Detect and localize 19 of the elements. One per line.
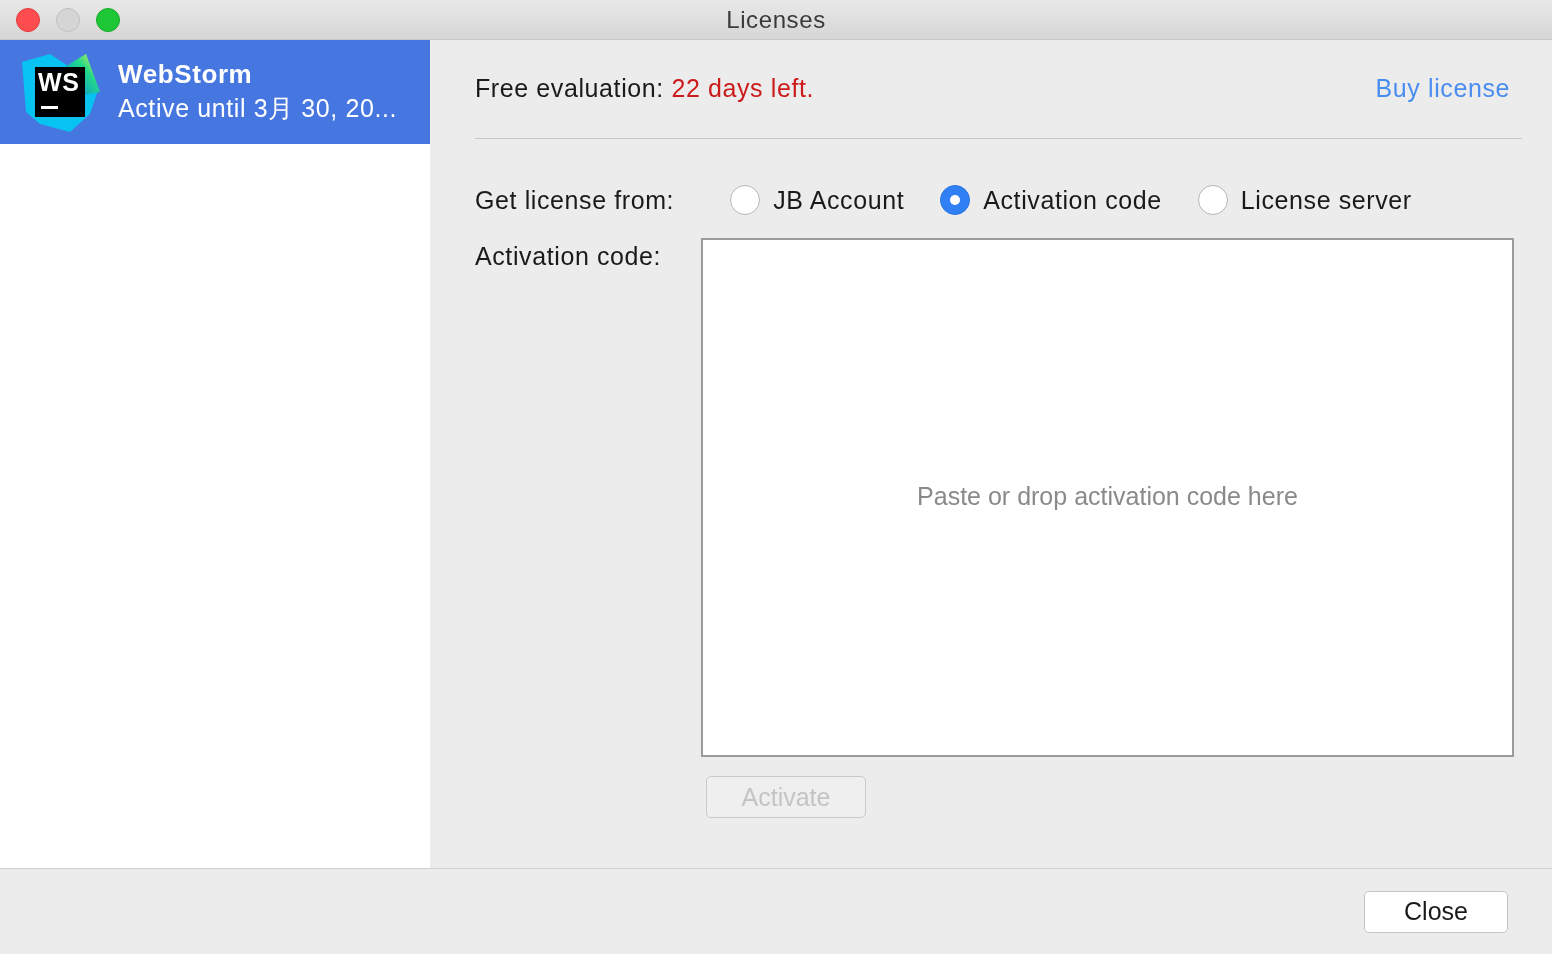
- close-button[interactable]: Close: [1364, 890, 1508, 933]
- license-source-option[interactable]: Activation code: [940, 185, 1162, 215]
- license-source-option[interactable]: License server: [1197, 185, 1412, 215]
- close-window-button[interactable]: [16, 7, 40, 32]
- window-title: Licenses: [726, 5, 826, 34]
- product-name: WebStorm: [118, 59, 254, 90]
- minimize-window-button[interactable]: [56, 7, 80, 32]
- radio-button[interactable]: [1197, 185, 1228, 215]
- product-status: Active until 3月 30, 20...: [118, 93, 398, 124]
- evaluation-text: Free evaluation: 22 days left.: [475, 73, 815, 103]
- product-item[interactable]: WS WebStorm Active until 3月 30, 20...: [0, 40, 430, 144]
- radio-button[interactable]: [730, 185, 761, 215]
- radio-button[interactable]: [940, 185, 971, 215]
- zoom-window-button[interactable]: [96, 7, 120, 32]
- license-source-option[interactable]: JB Account: [730, 185, 905, 215]
- activation-code-label: Activation code:: [475, 241, 663, 272]
- logo-text: WS: [35, 67, 85, 117]
- license-source-label: Get license from:: [475, 185, 675, 215]
- activation-code-field[interactable]: Paste or drop activation code here: [701, 238, 1514, 757]
